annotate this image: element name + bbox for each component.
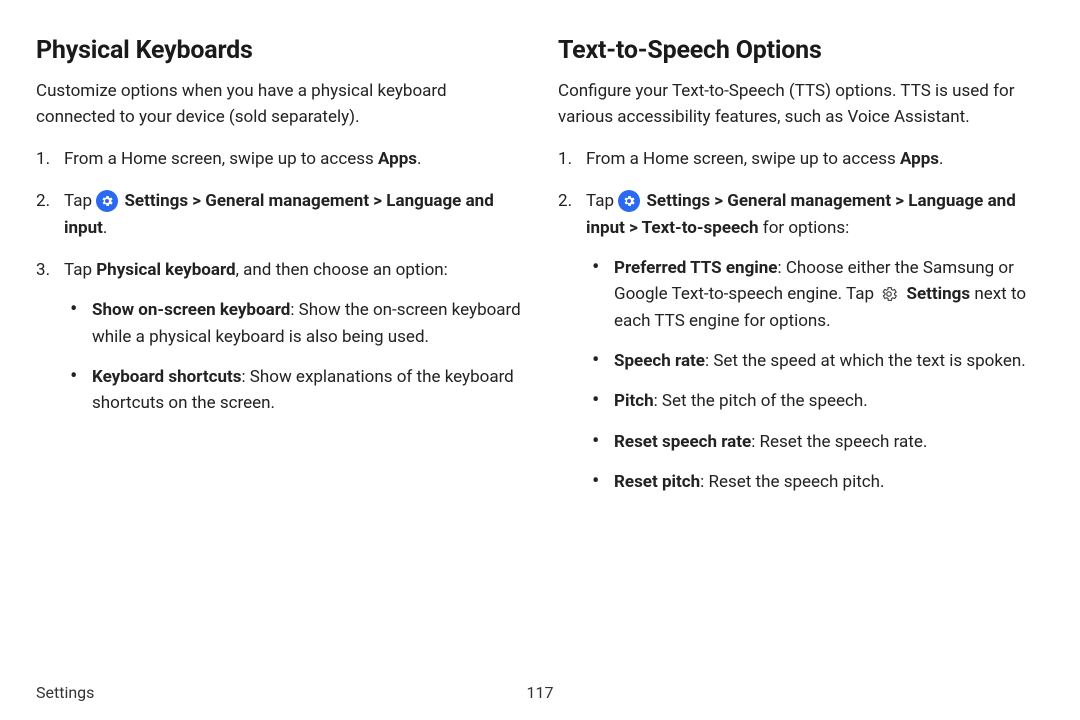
step-text: From a Home screen, swipe up to access bbox=[586, 149, 900, 169]
option-text: : Set the pitch of the speech. bbox=[654, 391, 868, 411]
intro-tts-options: Configure your Text-to-Speech (TTS) opti… bbox=[558, 79, 1044, 130]
option-text: : Set the speed at which the text is spo… bbox=[705, 351, 1026, 371]
page-footer: Settings 117 bbox=[36, 683, 1044, 702]
label-settings-path: Settings > General management > Language… bbox=[64, 191, 494, 237]
intro-physical-keyboards: Customize options when you have a physic… bbox=[36, 79, 522, 130]
step-text: Tap bbox=[64, 191, 96, 211]
step-text: . bbox=[103, 218, 107, 238]
label-settings-inline: Settings bbox=[906, 284, 970, 304]
footer-section-label: Settings bbox=[36, 683, 94, 702]
left-column: Physical Keyboards Customize options whe… bbox=[36, 36, 522, 511]
heading-physical-keyboards: Physical Keyboards bbox=[36, 36, 522, 65]
step-text: . bbox=[939, 149, 943, 169]
settings-gear-outline-icon bbox=[878, 283, 900, 305]
list-item: Speech rate: Set the speed at which the … bbox=[586, 348, 1044, 374]
step-item: From a Home screen, swipe up to access A… bbox=[36, 146, 522, 172]
step-text: for options: bbox=[759, 218, 850, 238]
list-item: Show on-screen keyboard: Show the on-scr… bbox=[64, 297, 522, 350]
footer-page-number: 117 bbox=[527, 683, 554, 702]
heading-tts-options: Text-to-Speech Options bbox=[558, 36, 1044, 65]
option-label: Preferred TTS engine bbox=[614, 258, 778, 278]
step-item: Tap Settings > General management > Lang… bbox=[36, 188, 522, 241]
option-label: Reset pitch bbox=[614, 472, 700, 492]
option-label: Keyboard shortcuts bbox=[92, 367, 241, 387]
step-item: Tap Physical keyboard, and then choose a… bbox=[36, 257, 522, 417]
step-text: Tap bbox=[586, 191, 618, 211]
steps-tts: From a Home screen, swipe up to access A… bbox=[558, 146, 1044, 495]
option-label: Reset speech rate bbox=[614, 432, 751, 452]
step-item: From a Home screen, swipe up to access A… bbox=[558, 146, 1044, 172]
list-item: Preferred TTS engine: Choose either the … bbox=[586, 255, 1044, 334]
option-label: Pitch bbox=[614, 391, 654, 411]
step-text: . bbox=[417, 149, 421, 169]
step-text: , and then choose an option: bbox=[236, 260, 448, 280]
list-item: Reset pitch: Reset the speech pitch. bbox=[586, 469, 1044, 495]
list-item: Keyboard shortcuts: Show explanations of… bbox=[64, 364, 522, 417]
option-label: Show on-screen keyboard bbox=[92, 300, 290, 320]
options-physical-keyboard: Show on-screen keyboard: Show the on-scr… bbox=[64, 297, 522, 416]
option-text: : Reset the speech rate. bbox=[751, 432, 927, 452]
steps-physical-keyboards: From a Home screen, swipe up to access A… bbox=[36, 146, 522, 417]
step-item: Tap Settings > General management > Lang… bbox=[558, 188, 1044, 495]
step-text: Tap bbox=[64, 260, 96, 280]
option-text: : Reset the speech pitch. bbox=[700, 472, 884, 492]
list-item: Reset speech rate: Reset the speech rate… bbox=[586, 429, 1044, 455]
label-apps: Apps bbox=[378, 149, 417, 169]
list-item: Pitch: Set the pitch of the speech. bbox=[586, 388, 1044, 414]
step-text: From a Home screen, swipe up to access bbox=[64, 149, 378, 169]
settings-gear-icon bbox=[96, 190, 118, 212]
option-label: Speech rate bbox=[614, 351, 705, 371]
options-tts: Preferred TTS engine: Choose either the … bbox=[586, 255, 1044, 495]
settings-gear-icon bbox=[618, 190, 640, 212]
right-column: Text-to-Speech Options Configure your Te… bbox=[558, 36, 1044, 511]
label-apps: Apps bbox=[900, 149, 939, 169]
label-physical-keyboard: Physical keyboard bbox=[96, 260, 235, 280]
